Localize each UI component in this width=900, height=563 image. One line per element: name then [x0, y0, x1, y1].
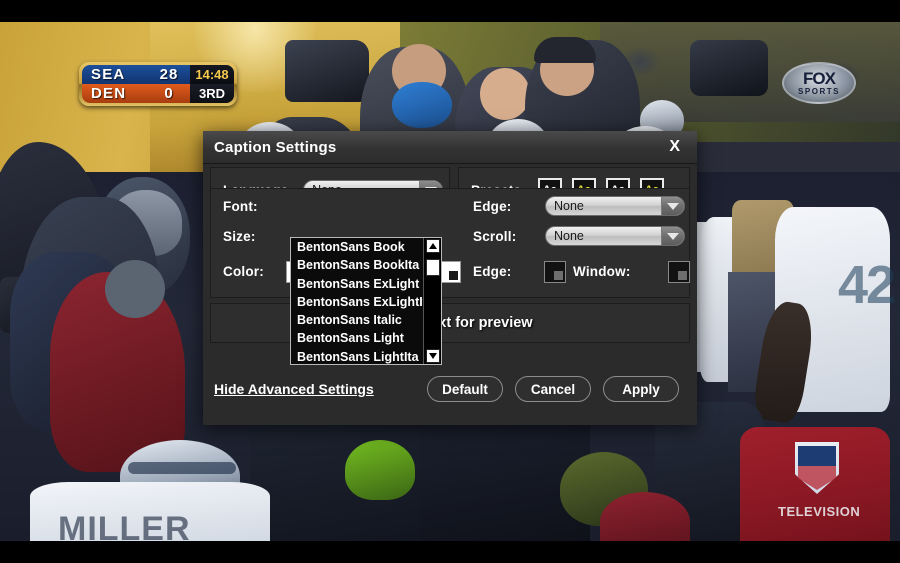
- main-settings-panel: Font: Size: Color: Edge: Scroll: Edge: W…: [210, 188, 690, 298]
- home-team-score: 0: [164, 85, 174, 102]
- hide-advanced-settings-link[interactable]: Hide Advanced Settings: [214, 381, 374, 397]
- font-label: Font:: [223, 199, 258, 214]
- dialog-titlebar: Caption Settings X: [203, 131, 697, 164]
- scroll-value: None: [554, 229, 584, 243]
- scroll-label: Scroll:: [473, 229, 517, 244]
- font-option[interactable]: BentonSans ExLightIta: [291, 293, 424, 311]
- font-option[interactable]: BentonSans Light: [291, 329, 424, 347]
- jersey-name: MILLER: [58, 510, 191, 541]
- default-button[interactable]: Default: [427, 376, 503, 402]
- font-option-container: BentonSans Book BentonSans BookIta BentonS…: [291, 238, 424, 364]
- font-option[interactable]: BentonSans BookIta: [291, 256, 424, 274]
- scoreboard-row-home: DEN 0 3RD: [82, 84, 234, 103]
- color-label: Color:: [223, 264, 264, 279]
- font-option[interactable]: BentonSans Italic: [291, 311, 424, 329]
- screen: 42 MILLER TELEVISION SEA 28 14:48 DEN 0: [0, 0, 900, 563]
- vest-label: TELEVISION: [778, 504, 861, 519]
- away-team-abbr: SEA: [91, 66, 126, 83]
- away-team-score: 28: [159, 66, 179, 83]
- game-quarter: 3RD: [190, 84, 234, 103]
- game-clock: 14:48: [190, 65, 234, 84]
- letterbox-bar-top: [0, 0, 900, 22]
- scoreboard: SEA 28 14:48 DEN 0 3RD: [79, 62, 237, 106]
- font-option[interactable]: BentonSans Book: [291, 238, 424, 256]
- fox-logo-text: FOX: [803, 69, 836, 88]
- jersey-number: 42: [838, 255, 896, 315]
- window-label: Window:: [573, 264, 631, 279]
- dialog-title: Caption Settings: [214, 138, 337, 156]
- window-color-swatch[interactable]: [668, 261, 690, 283]
- edge-color-swatch[interactable]: [544, 261, 566, 283]
- broadcast-camera: [690, 40, 768, 96]
- edge-style-value: None: [554, 199, 584, 213]
- cancel-button[interactable]: Cancel: [515, 376, 591, 402]
- caption-preview-panel: Caption text for preview: [210, 303, 690, 343]
- scoreboard-row-away: SEA 28 14:48: [82, 65, 234, 84]
- font-option[interactable]: BentonSans LightIta: [291, 348, 424, 364]
- caption-settings-dialog: Caption Settings X Language: None Preset…: [203, 131, 697, 425]
- dialog-footer: Hide Advanced Settings Default Cancel Ap…: [203, 353, 697, 425]
- font-list-scrollbar[interactable]: [423, 238, 441, 364]
- close-icon[interactable]: X: [666, 137, 683, 157]
- font-option[interactable]: BentonSans ExLight: [291, 275, 424, 293]
- home-team-abbr: DEN: [91, 85, 127, 102]
- edge-style-label: Edge:: [473, 199, 512, 214]
- scroll-up-icon[interactable]: [425, 239, 440, 253]
- edge-style-select[interactable]: None: [545, 196, 685, 216]
- edge-color-label: Edge:: [473, 264, 512, 279]
- scroll-select[interactable]: None: [545, 226, 685, 246]
- background-color-swatch[interactable]: [439, 261, 461, 283]
- fox-logo-subtext: SPORTS: [798, 87, 840, 96]
- scroll-down-icon[interactable]: [425, 349, 440, 363]
- apply-button[interactable]: Apply: [603, 376, 679, 402]
- broadcast-camera: [285, 40, 369, 102]
- chevron-down-icon[interactable]: [661, 227, 684, 245]
- size-label: Size:: [223, 229, 256, 244]
- font-dropdown-list[interactable]: BentonSans Book BentonSans BookIta BentonS…: [290, 237, 442, 365]
- scrollbar-thumb[interactable]: [426, 259, 440, 276]
- fox-sports-logo-icon: FOX SPORTS: [782, 62, 856, 104]
- dialog-button-group: Default Cancel Apply: [427, 376, 679, 402]
- chevron-down-icon[interactable]: [661, 197, 684, 215]
- letterbox-bar-bottom: [0, 541, 900, 563]
